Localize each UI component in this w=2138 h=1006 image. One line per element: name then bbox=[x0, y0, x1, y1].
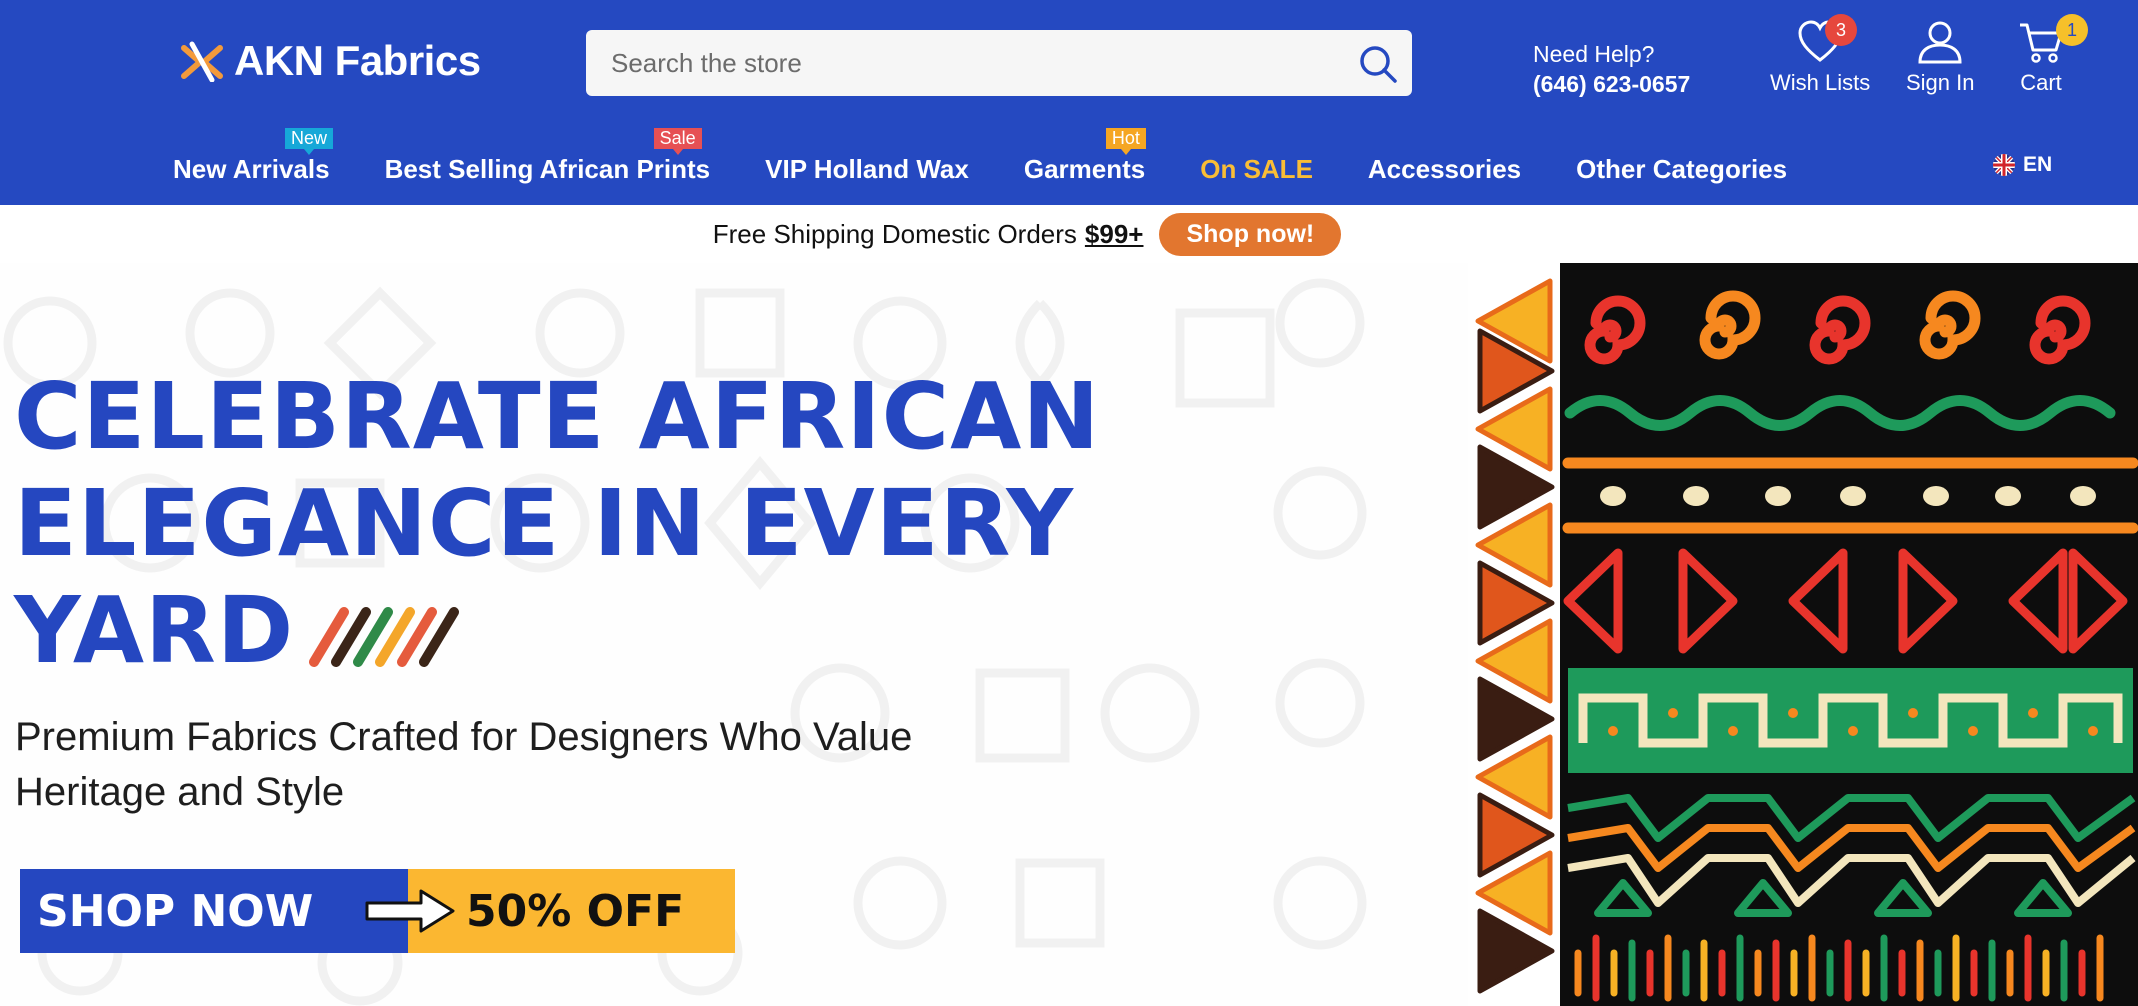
cta-discount-label: 50% OFF bbox=[408, 869, 735, 953]
user-icon bbox=[1918, 21, 1962, 64]
shop-now-cta-button[interactable]: SHOP NOW 50% OFF bbox=[20, 869, 735, 953]
language-selector[interactable]: EN bbox=[1993, 153, 2052, 177]
cta-shop-now-label: SHOP NOW bbox=[20, 869, 408, 953]
nav-item-other-categories[interactable]: Other Categories bbox=[1576, 154, 1787, 185]
nav-item-best-selling[interactable]: Sale Best Selling African Prints bbox=[384, 128, 711, 185]
search-button[interactable] bbox=[1358, 44, 1398, 84]
hero-subheadline: Premium Fabrics Crafted for Designers Wh… bbox=[15, 715, 913, 814]
cart-button[interactable]: 1 Cart bbox=[2018, 14, 2088, 96]
hero-banner: CELEBRATE AFRICAN ELEGANCE IN EVERY YARD… bbox=[0, 263, 2138, 1006]
cart-label: Cart bbox=[2020, 70, 2062, 95]
help-label: Need Help? bbox=[1533, 41, 1655, 67]
search-bar bbox=[586, 30, 1412, 96]
wishlist-count-badge: 3 bbox=[1825, 14, 1857, 46]
main-nav: New New Arrivals Sale Best Selling Afric… bbox=[173, 128, 1842, 185]
nav-item-garments[interactable]: Hot Garments bbox=[1023, 128, 1146, 185]
nav-item-vip-holland-wax[interactable]: VIP Holland Wax bbox=[765, 154, 969, 185]
site-header: AKN Fabrics Need Help? (646) 623-0657 3 … bbox=[0, 0, 2138, 205]
wishlist-button[interactable]: 3 Wish Lists bbox=[1770, 14, 1871, 96]
help-contact: Need Help? (646) 623-0657 bbox=[1533, 40, 1690, 100]
nav-label: Garments bbox=[1023, 154, 1146, 184]
uk-flag-icon bbox=[1993, 154, 2015, 176]
signin-label: Sign In bbox=[1906, 70, 1975, 95]
logo-mark-icon bbox=[181, 41, 223, 82]
nav-label: Other Categories bbox=[1576, 154, 1788, 184]
nav-label: Accessories bbox=[1367, 154, 1522, 184]
promo-amount: $99+ bbox=[1084, 218, 1144, 249]
promo-text: Free Shipping Domestic Orders bbox=[712, 218, 1077, 249]
decorative-stripes-icon bbox=[309, 606, 460, 667]
wishlist-label: Wish Lists bbox=[1770, 70, 1871, 95]
nav-label: Best Selling African Prints bbox=[384, 154, 711, 184]
headline-line: YARD bbox=[14, 577, 295, 684]
nav-item-on-sale[interactable]: On SALE bbox=[1200, 154, 1313, 185]
nav-item-accessories[interactable]: Accessories bbox=[1368, 154, 1521, 185]
african-pattern-artwork bbox=[1468, 263, 2138, 1006]
logo[interactable]: AKN Fabrics bbox=[178, 34, 481, 88]
new-tag: New bbox=[285, 128, 334, 155]
nav-label: On SALE bbox=[1200, 154, 1313, 184]
help-phone[interactable]: (646) 623-0657 bbox=[1533, 68, 1690, 100]
cart-count-badge: 1 bbox=[2056, 14, 2088, 46]
nav-item-new-arrivals[interactable]: New New Arrivals bbox=[173, 128, 334, 185]
search-input[interactable] bbox=[586, 30, 1326, 96]
nav-label: New Arrivals bbox=[173, 154, 330, 184]
promo-bar: Free Shipping Domestic Orders $99+ Shop … bbox=[0, 205, 2138, 263]
language-label: EN bbox=[2023, 153, 2053, 176]
logo-text: AKN Fabrics bbox=[234, 37, 481, 84]
search-icon bbox=[1360, 46, 1397, 83]
headline-line: CELEBRATE AFRICAN bbox=[14, 363, 1101, 470]
arrow-right-icon bbox=[365, 889, 455, 933]
signin-button[interactable]: Sign In bbox=[1906, 20, 1975, 96]
nav-label: VIP Holland Wax bbox=[765, 154, 969, 184]
headline-line: ELEGANCE IN EVERY bbox=[14, 470, 1074, 577]
hero-headline: CELEBRATE AFRICAN ELEGANCE IN EVERY YARD bbox=[14, 363, 1100, 684]
promo-shop-now-button[interactable]: Shop now! bbox=[1159, 212, 1342, 256]
sale-tag: Sale bbox=[653, 128, 702, 155]
hot-tag: Hot bbox=[1105, 128, 1146, 155]
